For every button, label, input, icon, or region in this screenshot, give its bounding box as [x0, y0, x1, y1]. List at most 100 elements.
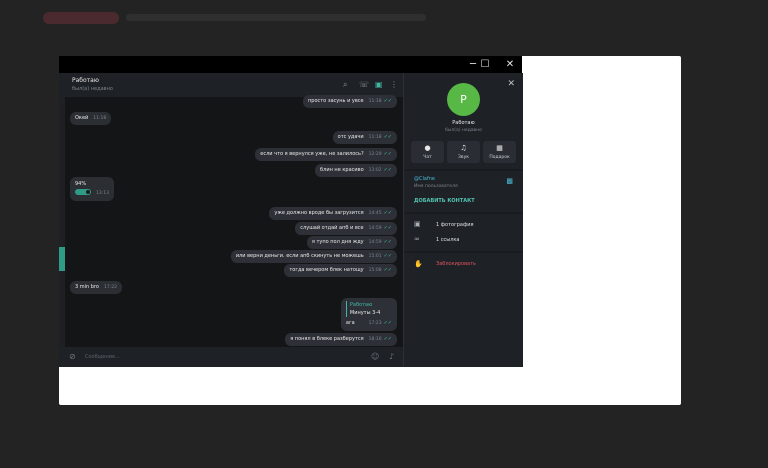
message-time: 18:16 [368, 337, 382, 342]
block-button[interactable]: Заблокировать [436, 261, 476, 267]
message-bubble[interactable]: слушай отдай апб и все 14:59 ✓✓ [295, 222, 397, 235]
message-text: уже должно вроде бы загрузится [274, 210, 364, 216]
chat-area: Работаю был(а) недавно ⌕ ☏ ▣ ⋮ просто за… [59, 73, 403, 347]
message-text: я понял в блеке разберутся [290, 336, 364, 342]
message-text: блин не красиво [320, 167, 364, 173]
chat-header[interactable]: Работаю был(а) недавно ⌕ ☏ ▣ ⋮ [59, 73, 403, 97]
background-badge [43, 12, 119, 24]
avatar[interactable]: Р [447, 83, 480, 116]
read-check-icon: ✓✓ [383, 267, 392, 273]
read-check-icon: ✓✓ [383, 253, 392, 259]
message-time: 13:13 [96, 191, 109, 196]
message-text: слушай отдай апб и все [300, 225, 364, 231]
message-bubble[interactable]: просто засунь и увсе 11:18 ✓✓ [303, 95, 397, 108]
reply-text: Минуты 3-4 [349, 310, 381, 316]
close-icon[interactable]: ✕ [507, 79, 515, 89]
message-time: 12:29 [368, 152, 382, 157]
photo-icon: ▣ [414, 220, 421, 228]
message-bubble[interactable]: Работаю Минуты 3-4 ага 17:23 ✓✓ [340, 298, 397, 331]
message-bubble[interactable]: если что я вернулся уже, не залилось? 12:… [255, 148, 397, 161]
message-text: 3 min bro [75, 284, 99, 290]
read-check-icon: ✓✓ [383, 167, 392, 173]
bell-icon: ♫ [460, 144, 467, 152]
message-text: просто засунь и увсе [308, 98, 364, 104]
photos-count[interactable]: 1 фотография [436, 222, 473, 228]
message-time: 13:02 [368, 168, 382, 173]
message-time: 14:59 [368, 226, 382, 231]
read-check-icon: ✓✓ [383, 210, 392, 216]
emoji-icon[interactable]: ☺ [371, 352, 379, 361]
read-check-icon: ✓✓ [383, 134, 392, 140]
message-bubble[interactable]: уже должно вроде бы загрузится 14:45 ✓✓ [269, 207, 397, 220]
message-time: 11:18 [93, 116, 107, 121]
more-menu-icon[interactable]: ⋮ [390, 80, 398, 90]
reply-author: Работаю [349, 302, 373, 308]
read-check-icon: ✓✓ [383, 336, 392, 342]
link-icon: ∞ [414, 235, 420, 243]
window-titlebar[interactable]: ─ ☐ ✕ [59, 56, 522, 73]
message-text: тогда вечером блек натощу [289, 267, 364, 273]
search-icon[interactable]: ⌕ [343, 80, 347, 90]
qr-code-icon[interactable]: ▩ [506, 177, 513, 185]
read-check-icon: ✓✓ [383, 98, 392, 104]
message-time: 11:18 [368, 135, 382, 140]
message-input[interactable]: Сообщение... [85, 354, 120, 360]
message-text: ага [345, 320, 355, 326]
message-text: 94% [75, 181, 87, 187]
profile-name: Работаю [452, 120, 475, 126]
sound-button-label: Звук [458, 155, 469, 160]
chat-icon: ● [424, 144, 431, 152]
attach-icon[interactable]: ⊘ [69, 352, 76, 361]
gift-button[interactable]: ▦ Подарок [483, 141, 516, 163]
message-text: если что я вернулся уже, не залилось? [260, 151, 364, 157]
chat-button-label: Чат [423, 155, 432, 160]
links-count[interactable]: 1 ссылка [436, 237, 460, 243]
chat-title[interactable]: Работаю [72, 77, 99, 84]
hand-block-icon: ✋ [414, 260, 423, 268]
profile-status: был(а) недавно [445, 128, 482, 133]
gift-icon: ▦ [496, 144, 503, 152]
divider [404, 169, 523, 171]
reply-quote[interactable]: Работаю Минуты 3-4 [345, 301, 392, 317]
message-bubble[interactable]: я понял в блеке разберутся 18:16 ✓✓ [285, 333, 397, 346]
phone-icon[interactable]: ☏ [359, 80, 369, 90]
message-time: 17:23 [368, 321, 382, 326]
message-bubble[interactable]: или верни деньги. если апб скинуть не мо… [230, 250, 397, 263]
message-bubble[interactable]: я тупо пол дня жду 14:59 ✓✓ [306, 236, 397, 249]
message-input-bar: ⊘ Сообщение... ☺ ♪ [59, 347, 403, 367]
sound-button[interactable]: ♫ Звук [447, 141, 480, 163]
read-check-icon: ✓✓ [383, 151, 392, 157]
add-contact-button[interactable]: ДОБАВИТЬ КОНТАКТ [414, 198, 475, 204]
background-text-blur [126, 14, 426, 21]
message-bubble[interactable]: отс удачи 11:18 ✓✓ [332, 131, 397, 144]
message-text: или верни деньги. если апб скинуть не мо… [235, 253, 364, 259]
message-time: 17:22 [103, 285, 117, 290]
message-bubble[interactable]: 3 min bro 17:22 [70, 281, 122, 294]
microphone-icon[interactable]: ♪ [389, 352, 394, 361]
message-text: Окей [75, 115, 89, 121]
gift-button-label: Подарок [489, 155, 510, 160]
message-text: отс удачи [337, 134, 364, 140]
read-check-icon: ✓✓ [383, 225, 392, 231]
message-bubble[interactable]: 94% 13:13 [70, 177, 114, 201]
message-bubble[interactable]: блин не красиво 13:02 ✓✓ [315, 164, 397, 177]
chat-status: был(а) недавно [72, 86, 113, 92]
username[interactable]: @Clafne [414, 176, 435, 182]
sidebar-toggle-icon[interactable]: ▣ [375, 80, 383, 90]
maximize-button[interactable]: ☐ [473, 56, 497, 73]
read-check-icon: ✓✓ [383, 320, 392, 326]
message-time: 14:59 [368, 240, 382, 245]
message-bubble[interactable]: тогда вечером блек натощу 15:08 ✓✓ [284, 264, 397, 277]
username-label: Имя пользователя [414, 184, 458, 189]
chat-button[interactable]: ● Чат [411, 141, 444, 163]
close-button[interactable]: ✕ [498, 56, 522, 73]
message-list: просто засунь и увсе 11:18 ✓✓ Окей 11:18 от… [65, 95, 403, 347]
message-time: 14:45 [368, 211, 382, 216]
message-text: я тупо пол дня жду [311, 239, 364, 245]
divider [404, 212, 523, 214]
message-time: 15:01 [368, 254, 382, 259]
message-bubble[interactable]: Окей 11:18 [70, 112, 112, 125]
message-time: 15:08 [368, 268, 382, 273]
read-check-icon: ✓✓ [383, 239, 392, 245]
divider [404, 251, 523, 253]
